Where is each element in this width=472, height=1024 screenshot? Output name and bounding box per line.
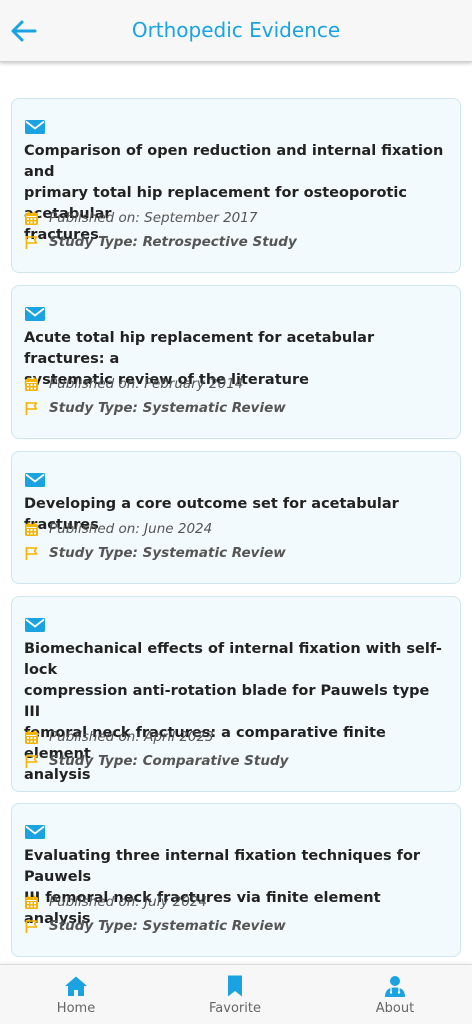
study-type: Study Type: Comparative Study bbox=[24, 751, 450, 771]
bookmark-icon bbox=[228, 975, 242, 997]
mail-icon bbox=[25, 473, 45, 487]
article-card[interactable]: Acute total hip replacement for acetabul… bbox=[11, 285, 461, 439]
flag-icon bbox=[25, 235, 38, 249]
mail-icon bbox=[25, 307, 45, 321]
published-date-text: Published on: September 2017 bbox=[49, 210, 258, 226]
article-title[interactable]: Comparison of open reduction and interna… bbox=[24, 141, 446, 246]
article-title-line: Acute total hip replacement for acetabul… bbox=[24, 330, 375, 367]
published-date: Published on: July 2024 bbox=[24, 892, 450, 912]
study-type: Study Type: Systematic Review bbox=[24, 543, 450, 563]
study-type-text: Study Type: Systematic Review bbox=[49, 400, 286, 416]
published-date: Published on: June 2024 bbox=[24, 519, 450, 539]
study-type: Study Type: Retrospective Study bbox=[24, 232, 450, 252]
study-type: Study Type: Systematic Review bbox=[24, 398, 450, 418]
article-list[interactable]: Comparison of open reduction and interna… bbox=[0, 62, 472, 964]
calendar-icon bbox=[25, 211, 38, 225]
flag-icon bbox=[25, 919, 38, 933]
study-type: Study Type: Systematic Review bbox=[24, 916, 450, 936]
study-type-text: Study Type: Systematic Review bbox=[49, 918, 286, 934]
flag-icon bbox=[25, 546, 38, 560]
calendar-icon bbox=[25, 377, 38, 391]
nav-home-label: Home bbox=[56, 1001, 96, 1016]
bottom-navigation: Home Favorite About bbox=[0, 964, 472, 1024]
doctor-icon bbox=[385, 976, 405, 997]
article-card[interactable]: Biomechanical effects of internal fixati… bbox=[11, 596, 461, 792]
app-bar: Orthopedic Evidence bbox=[0, 0, 472, 62]
nav-favorite-label: Favorite bbox=[209, 1001, 261, 1016]
mail-icon bbox=[25, 120, 45, 134]
flag-icon bbox=[25, 754, 38, 768]
article-title-line: Biomechanical effects of internal fixati… bbox=[24, 641, 442, 678]
published-date: Published on: September 2017 bbox=[24, 208, 450, 228]
study-type-text: Study Type: Comparative Study bbox=[49, 753, 289, 769]
article-title-line: compression anti-rotation blade for Pauw… bbox=[24, 683, 430, 720]
nav-about-label: About bbox=[375, 1001, 415, 1016]
nav-about[interactable]: About bbox=[335, 965, 455, 1024]
published-date: Published on: February 2014 bbox=[24, 374, 450, 394]
study-type-text: Study Type: Retrospective Study bbox=[49, 234, 297, 250]
published-date-text: Published on: July 2024 bbox=[49, 894, 208, 910]
nav-home[interactable]: Home bbox=[16, 965, 136, 1024]
calendar-icon bbox=[25, 730, 38, 744]
home-icon bbox=[65, 976, 87, 996]
nav-favorite[interactable]: Favorite bbox=[175, 965, 295, 1024]
page-title: Orthopedic Evidence bbox=[131, 18, 341, 42]
article-card[interactable]: Developing a core outcome set for acetab… bbox=[11, 451, 461, 584]
flag-icon bbox=[25, 401, 38, 415]
published-date-text: Published on: June 2024 bbox=[49, 521, 213, 537]
published-date-text: Published on: February 2014 bbox=[49, 376, 244, 392]
study-type-text: Study Type: Systematic Review bbox=[49, 545, 286, 561]
mail-icon bbox=[25, 825, 45, 839]
article-title-line: Comparison of open reduction and interna… bbox=[24, 143, 444, 180]
article-card[interactable]: Comparison of open reduction and interna… bbox=[11, 98, 461, 273]
published-date: Published on: April 2023 bbox=[24, 727, 450, 747]
article-card[interactable]: Evaluating three internal fixation techn… bbox=[11, 803, 461, 957]
calendar-icon bbox=[25, 522, 38, 536]
article-title-line: Evaluating three internal fixation techn… bbox=[24, 848, 421, 885]
mail-icon bbox=[25, 618, 45, 632]
calendar-icon bbox=[25, 895, 38, 909]
published-date-text: Published on: April 2023 bbox=[49, 729, 214, 745]
